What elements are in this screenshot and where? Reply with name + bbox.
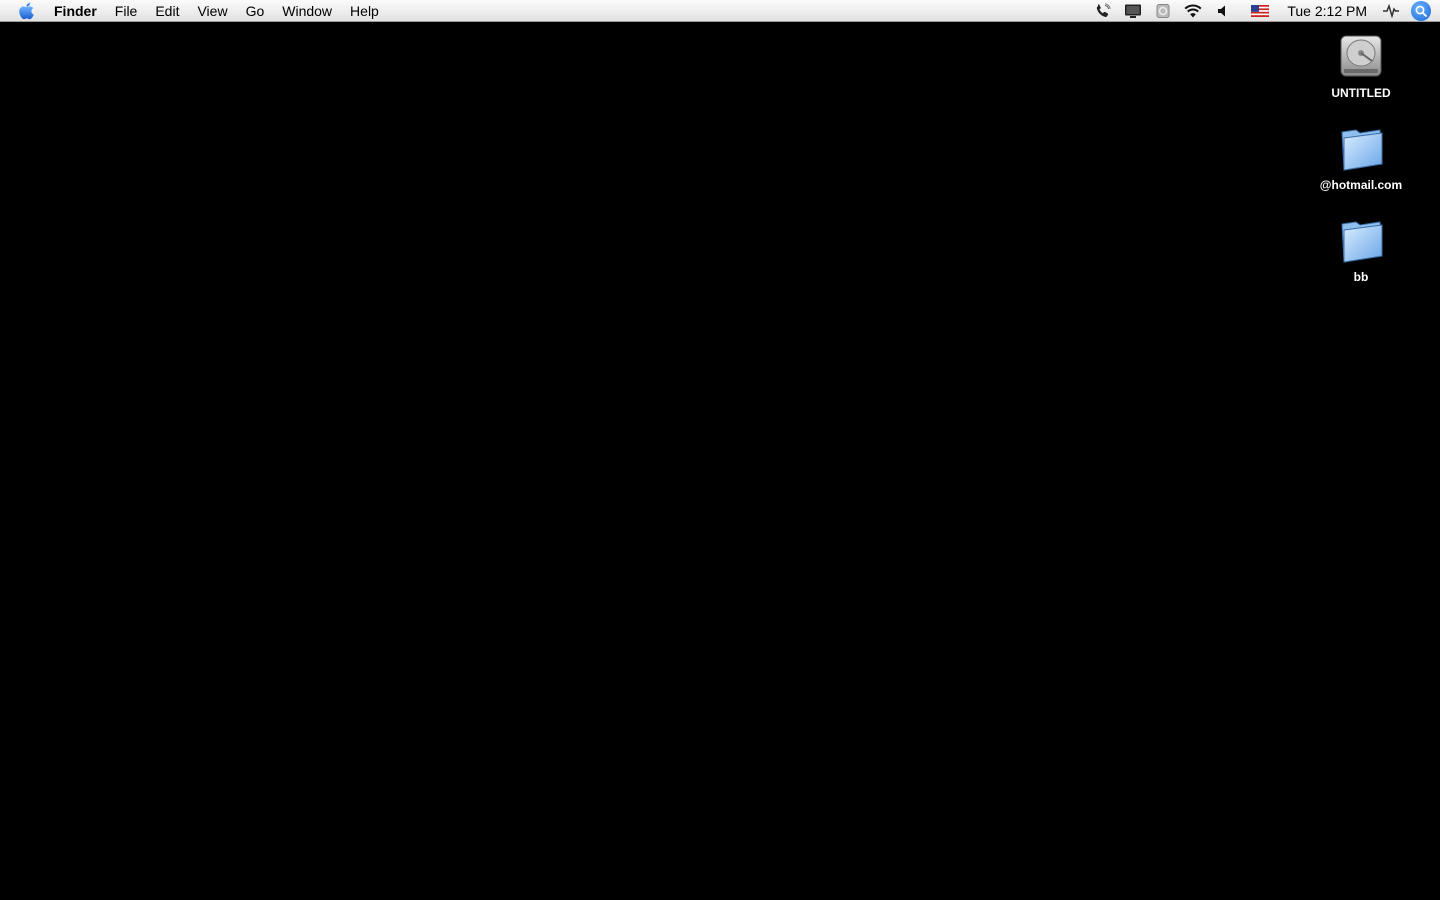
desktop-icon-label: bb	[1353, 270, 1369, 284]
menu-view[interactable]: View	[188, 0, 236, 22]
desktop-icon-label: @hotmail.com	[1319, 178, 1403, 192]
flag-icon[interactable]	[1250, 2, 1270, 20]
activity-icon[interactable]	[1381, 2, 1401, 20]
menu-left: Finder File Edit View Go Window Help	[0, 0, 388, 22]
menu-window[interactable]: Window	[273, 0, 341, 22]
desktop-icons: UNTITLED @hotmail.com bb	[1296, 30, 1426, 306]
desktop-icon-untitled[interactable]: UNTITLED	[1296, 30, 1426, 122]
menu-file[interactable]: File	[106, 0, 147, 22]
wifi-icon[interactable]	[1183, 2, 1203, 20]
apple-icon[interactable]	[17, 1, 37, 21]
phone-icon[interactable]	[1093, 2, 1113, 20]
hard-drive-icon[interactable]	[1335, 30, 1387, 82]
menu-extras: Tue 2:12 PM	[1088, 0, 1440, 22]
folder-icon[interactable]	[1335, 214, 1387, 266]
menu-help[interactable]: Help	[341, 0, 388, 22]
folder-icon[interactable]	[1335, 122, 1387, 174]
sync-icon[interactable]	[1153, 2, 1173, 20]
display-icon[interactable]	[1123, 2, 1143, 20]
spotlight-icon[interactable]	[1411, 0, 1431, 21]
desktop-icon-hotmail-folder[interactable]: @hotmail.com	[1296, 122, 1426, 214]
menu-app-finder[interactable]: Finder	[45, 0, 106, 22]
desktop-icon-bb-folder[interactable]: bb	[1296, 214, 1426, 306]
menu-clock[interactable]: Tue 2:12 PM	[1287, 0, 1367, 22]
desktop-icon-label: UNTITLED	[1331, 86, 1391, 100]
menu-edit[interactable]: Edit	[146, 0, 188, 22]
menu-go[interactable]: Go	[237, 0, 274, 22]
volume-icon[interactable]	[1213, 2, 1233, 20]
menu-bar: Finder File Edit View Go Window Help Tue…	[0, 0, 1440, 22]
